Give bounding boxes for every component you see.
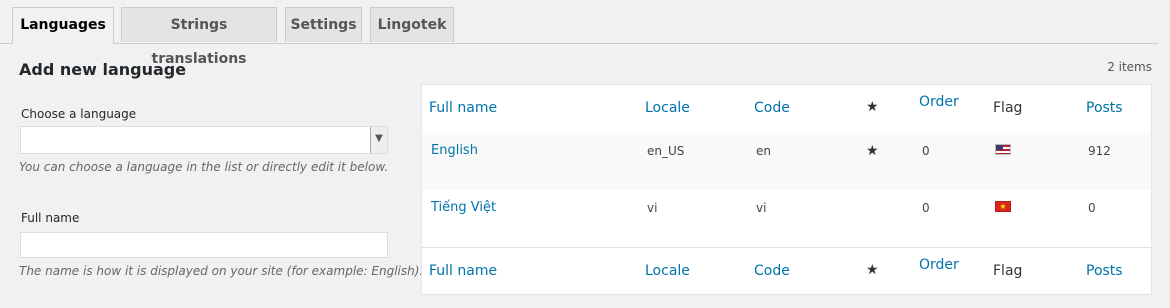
chevron-down-icon[interactable]: ▼ bbox=[370, 127, 387, 153]
posts-count-link[interactable]: 0 bbox=[1088, 201, 1096, 215]
column-flag: Flag bbox=[993, 100, 1023, 116]
code-value: vi bbox=[756, 201, 767, 215]
column-order[interactable]: Order bbox=[919, 94, 959, 110]
full-name-input[interactable] bbox=[20, 232, 388, 258]
language-name-link[interactable]: Tiếng Việt bbox=[431, 200, 496, 215]
language-select[interactable]: ▼ bbox=[20, 126, 388, 154]
items-count: 2 items bbox=[1107, 60, 1152, 74]
nav-tabs: Languages Strings translations Settings … bbox=[0, 0, 1158, 67]
column-posts[interactable]: Posts bbox=[1086, 100, 1123, 116]
table-row: Tiếng Việt vi vi 0 ★ 0 bbox=[422, 190, 1151, 247]
column-locale[interactable]: Locale bbox=[645, 263, 690, 279]
order-value: 0 bbox=[922, 144, 930, 158]
column-code[interactable]: Code bbox=[754, 100, 790, 116]
code-value: en bbox=[756, 144, 771, 158]
choose-language-label: Choose a language bbox=[21, 107, 137, 121]
locale-value: en_US bbox=[647, 144, 685, 158]
locale-value: vi bbox=[647, 201, 658, 215]
star-icon: ★ bbox=[866, 262, 879, 278]
tab-strings-translations[interactable]: Strings translations bbox=[121, 7, 277, 67]
column-order[interactable]: Order bbox=[919, 257, 959, 273]
order-value: 0 bbox=[922, 201, 930, 215]
tab-settings[interactable]: Settings bbox=[285, 7, 362, 42]
us-flag-icon bbox=[995, 144, 1011, 155]
add-language-title: Add new language bbox=[19, 60, 187, 79]
table-footer: Full name Locale Code ★ Order Flag Posts bbox=[422, 247, 1151, 296]
language-name-link[interactable]: English bbox=[431, 143, 478, 158]
languages-table: Full name Locale Code ★ Order Flag Posts… bbox=[421, 84, 1152, 295]
table-header: Full name Locale Code ★ Order Flag Posts bbox=[422, 85, 1151, 134]
choose-language-help: You can choose a language in the list or… bbox=[19, 160, 389, 174]
column-full-name[interactable]: Full name bbox=[429, 100, 497, 116]
column-code[interactable]: Code bbox=[754, 263, 790, 279]
column-locale[interactable]: Locale bbox=[645, 100, 690, 116]
column-flag: Flag bbox=[993, 263, 1023, 279]
tab-lingotek[interactable]: Lingotek bbox=[370, 7, 454, 42]
default-star-icon[interactable]: ★ bbox=[866, 143, 879, 159]
full-name-label: Full name bbox=[21, 211, 80, 225]
table-row: English en_US en ★ 0 912 bbox=[422, 133, 1151, 190]
column-posts[interactable]: Posts bbox=[1086, 263, 1123, 279]
star-icon: ★ bbox=[866, 99, 879, 115]
posts-count-link[interactable]: 912 bbox=[1088, 144, 1111, 158]
tab-languages[interactable]: Languages bbox=[12, 7, 114, 44]
column-full-name[interactable]: Full name bbox=[429, 263, 497, 279]
vn-flag-icon: ★ bbox=[995, 201, 1011, 212]
full-name-help: The name is how it is displayed on your … bbox=[19, 264, 424, 278]
